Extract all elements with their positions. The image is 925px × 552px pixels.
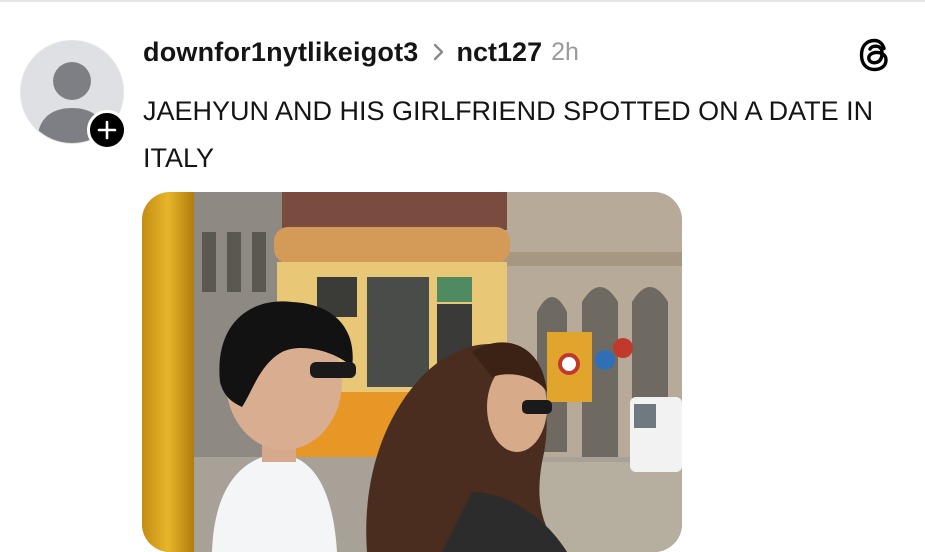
post-timestamp: 2h — [551, 37, 579, 66]
top-divider — [0, 0, 925, 2]
community-link[interactable]: nct127 — [457, 37, 543, 68]
post-text: JAEHYUN AND HIS GIRLFRIEND SPOTTED ON A … — [143, 96, 874, 173]
username-link[interactable]: downfor1nytlikeigot3 — [143, 37, 419, 68]
post-header: downfor1nytlikeigot3 nct127 2h — [143, 34, 579, 70]
chevron-right-icon — [433, 43, 445, 61]
threads-logo-icon[interactable] — [853, 33, 897, 77]
avatar-container[interactable] — [20, 40, 132, 152]
follow-button[interactable] — [87, 110, 127, 150]
photo-street-scene — [142, 192, 682, 552]
plus-icon — [97, 120, 117, 140]
post-image[interactable] — [142, 192, 682, 552]
